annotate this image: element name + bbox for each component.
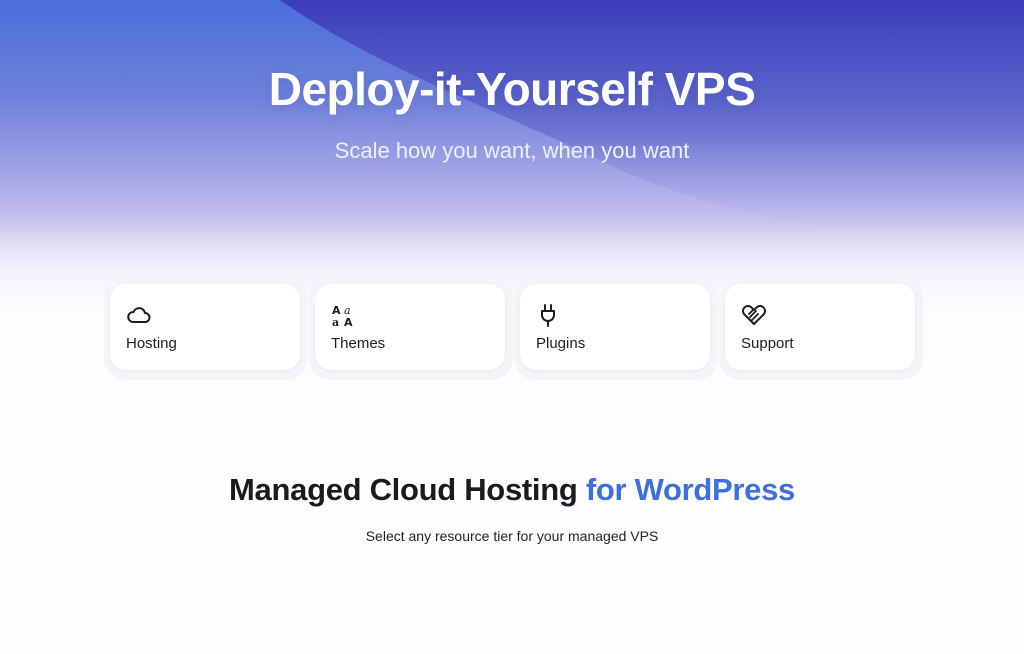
card-hosting[interactable]: Hosting [110, 284, 300, 370]
card-support[interactable]: Support [725, 284, 915, 370]
handshake-icon [742, 305, 766, 325]
card-plugins[interactable]: Plugins [520, 284, 710, 370]
section-description: Select any resource tier for your manage… [365, 528, 659, 544]
card-support-label: Support [741, 335, 794, 352]
section-title-main: Managed Cloud Hosting [229, 472, 578, 507]
card-hosting-label: Hosting [126, 335, 177, 352]
card-hosting-frame: Hosting [104, 276, 308, 380]
cloud-icon [127, 307, 151, 323]
card-themes-frame: A a a A Themes [309, 276, 513, 380]
svg-text:A: A [344, 316, 353, 328]
plug-icon [541, 304, 555, 327]
typography-icon: A a a A [332, 304, 353, 328]
card-themes[interactable]: A a a A Themes [315, 284, 505, 370]
hero-title: Deploy-it-Yourself VPS [268, 63, 756, 115]
svg-text:a: a [332, 316, 339, 328]
hero-subtitle: Scale how you want, when you want [334, 138, 690, 163]
card-themes-label: Themes [331, 335, 386, 352]
card-support-frame: Support [719, 276, 923, 380]
section-title: Managed Cloud Hosting for WordPress [0, 472, 1024, 508]
card-plugins-frame: Plugins [514, 276, 718, 380]
section-title-accent: for WordPress [585, 472, 795, 507]
page: Deploy-it-Yourself VPS Scale how you wan… [0, 0, 1024, 654]
card-plugins-label: Plugins [536, 335, 586, 352]
